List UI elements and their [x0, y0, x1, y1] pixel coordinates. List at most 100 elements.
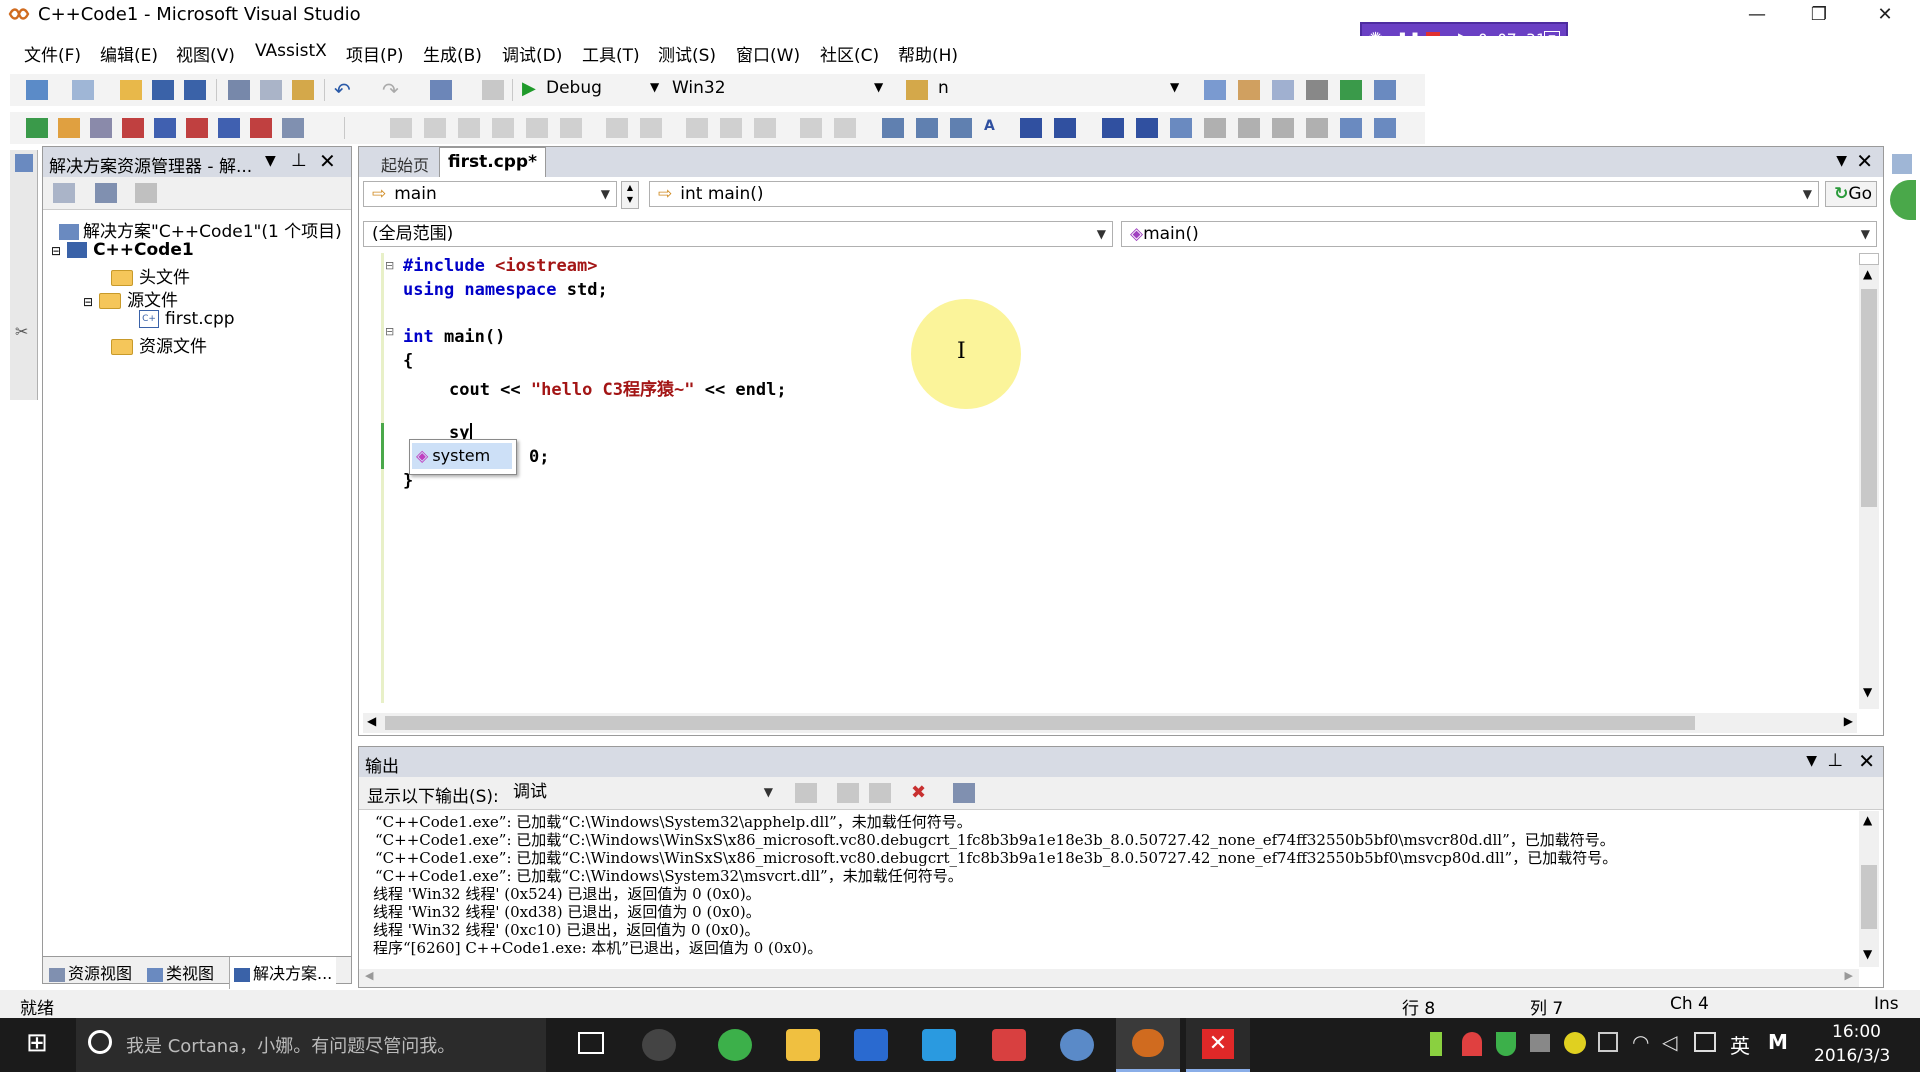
next-bookmark-folder-icon[interactable] [1306, 118, 1328, 138]
find-message-icon[interactable] [795, 783, 817, 803]
refresh-icon[interactable] [135, 183, 157, 203]
app-blue-icon[interactable] [1060, 1029, 1094, 1061]
center-v-icon[interactable] [720, 118, 742, 138]
toolbox-icon[interactable] [1306, 80, 1328, 100]
tb2-icon-4[interactable] [122, 118, 144, 138]
tb2-icon-23[interactable]: A [984, 118, 1006, 138]
next-bookmark-doc-icon[interactable] [1374, 118, 1396, 138]
tray-plus-icon[interactable] [1564, 1032, 1586, 1054]
undo-icon[interactable]: ↶ [334, 80, 356, 100]
tray-ime-mode-icon[interactable]: M [1768, 1030, 1788, 1054]
progress-orb-icon[interactable] [1890, 180, 1916, 220]
menu-help[interactable]: 帮助(H) [898, 41, 958, 66]
tb2-icon-20[interactable] [882, 118, 904, 138]
collapse-icon[interactable]: ⊟ [83, 295, 93, 309]
code-area[interactable]: ⊟ ⊟ #include <iostream> using namespace … [359, 253, 1855, 709]
find-combo-value[interactable]: n [938, 78, 949, 98]
save-all-icon[interactable] [184, 80, 206, 100]
scroll-down-icon[interactable]: ▼ [1863, 947, 1872, 961]
center-h-icon[interactable] [686, 118, 708, 138]
tree-item-resource-files[interactable]: 资源文件 [111, 332, 207, 357]
start-debug-icon[interactable]: ▶ [522, 78, 536, 99]
tray-wifi-icon[interactable]: ◠ [1632, 1030, 1649, 1054]
tree-item-header-files[interactable]: 头文件 [111, 263, 190, 288]
close-panel-icon[interactable]: ✕ [319, 149, 336, 173]
tray-battery-app-icon[interactable] [1430, 1032, 1442, 1056]
word-wrap-icon[interactable] [953, 783, 975, 803]
same-width-icon[interactable] [526, 118, 548, 138]
scope-spinner[interactable]: ▲ ▼ [621, 181, 639, 209]
go-button[interactable]: ↻Go [1825, 181, 1877, 207]
side-tool-icon[interactable] [1892, 154, 1912, 174]
scroll-right-icon[interactable]: ▶ [1844, 714, 1853, 728]
tray-time[interactable]: 16:00 [1832, 1022, 1881, 1042]
order-icon[interactable] [754, 118, 776, 138]
editor-horizontal-scrollbar[interactable]: ◀ ▶ [363, 713, 1857, 733]
windows-start-icon[interactable]: ⊞ [26, 1030, 48, 1056]
spacing-h-icon[interactable] [606, 118, 628, 138]
next-message-icon[interactable] [869, 783, 891, 803]
properties-icon[interactable] [53, 183, 75, 203]
tb2-icon-5[interactable] [154, 118, 176, 138]
menu-view[interactable]: 视图(V) [176, 41, 235, 66]
output-horizontal-scrollbar[interactable]: ◀ ▶ [359, 969, 1859, 987]
file-explorer-icon[interactable] [786, 1029, 820, 1061]
prev-bookmark-doc-icon[interactable] [1340, 118, 1362, 138]
decrease-indent-icon[interactable] [1020, 118, 1042, 138]
tray-notification-icon[interactable] [1694, 1032, 1716, 1052]
scrollbar-thumb[interactable] [1861, 865, 1877, 929]
build-icon[interactable] [482, 80, 504, 100]
scroll-down-icon[interactable]: ▼ [1863, 685, 1872, 699]
show-all-files-icon[interactable] [95, 183, 117, 203]
tray-ime-lang[interactable]: 英 [1730, 1030, 1750, 1059]
minimize-button[interactable]: — [1728, 0, 1786, 30]
tray-app-icon[interactable] [1462, 1032, 1482, 1056]
scroll-right-icon[interactable]: ▶ [1845, 969, 1853, 982]
hscroll-thumb[interactable] [385, 716, 1695, 730]
config-dropdown-arrow-icon[interactable]: ▼ [650, 80, 659, 94]
add-item-icon[interactable] [72, 80, 94, 100]
prev-message-icon[interactable] [837, 783, 859, 803]
output-source-combo[interactable]: 调试 ▼ [505, 780, 779, 806]
tray-battery-icon[interactable] [1598, 1032, 1618, 1052]
guides-icon[interactable] [834, 118, 856, 138]
tree-item-solution[interactable]: 解决方案"C++Code1"(1 个项目) [59, 217, 342, 242]
paste-icon[interactable] [292, 80, 314, 100]
editor-vertical-scrollbar[interactable]: ▲ ▼ [1859, 253, 1879, 709]
menu-build[interactable]: 生成(B) [423, 41, 482, 66]
menu-tools[interactable]: 工具(T) [582, 41, 640, 66]
scope-combo[interactable]: ⇨ main ▼ [363, 181, 617, 207]
output-text-area[interactable]: “C++Code1.exe”: 已加载“C:\Windows\System32\… [359, 811, 1859, 967]
tb2-icon-21[interactable] [916, 118, 938, 138]
menu-debug[interactable]: 调试(D) [502, 41, 562, 66]
maximize-button[interactable]: ❐ [1790, 0, 1848, 30]
collapse-icon[interactable]: ⊟ [51, 244, 61, 258]
redo-icon[interactable]: ↷ [382, 80, 404, 100]
tab-resource-view[interactable]: 资源视图 [49, 960, 132, 984]
navigate-icon[interactable] [430, 80, 452, 100]
browser-360-icon[interactable] [718, 1029, 752, 1061]
tab-solution-explorer[interactable]: 解决方案... [229, 957, 337, 989]
find-dropdown-arrow-icon[interactable]: ▼ [1170, 80, 1179, 94]
tabs-menu-icon[interactable]: ▼ [1836, 153, 1847, 169]
tree-item-first-cpp[interactable]: C+ first.cpp [139, 309, 235, 329]
panel-menu-icon[interactable]: ▼ [265, 153, 276, 169]
menu-window[interactable]: 窗口(W) [736, 41, 800, 66]
prev-bookmark-folder-icon[interactable] [1272, 118, 1294, 138]
tb2-icon-22[interactable] [950, 118, 972, 138]
prev-bookmark-icon[interactable] [1204, 118, 1226, 138]
new-project-icon[interactable] [26, 80, 48, 100]
collapse-include-icon[interactable]: ⊟ [385, 259, 394, 272]
app-red-icon[interactable] [992, 1029, 1026, 1061]
open-file-icon[interactable] [120, 80, 142, 100]
next-bookmark-icon[interactable] [1238, 118, 1260, 138]
tray-network-device-icon[interactable] [1530, 1034, 1550, 1052]
align-top-icon[interactable] [458, 118, 480, 138]
scroll-left-icon[interactable]: ◀ [365, 969, 373, 982]
tree-item-project[interactable]: ⊟ C++Code1 [51, 240, 194, 260]
output-vertical-scrollbar[interactable]: ▲ ▼ [1859, 811, 1879, 967]
visual-studio-taskbar-button[interactable] [1116, 1018, 1180, 1072]
tab-first-cpp[interactable]: first.cpp* [439, 147, 546, 177]
range-combo[interactable]: (全局范围) ▼ [363, 221, 1113, 247]
increase-indent-icon[interactable] [1054, 118, 1076, 138]
